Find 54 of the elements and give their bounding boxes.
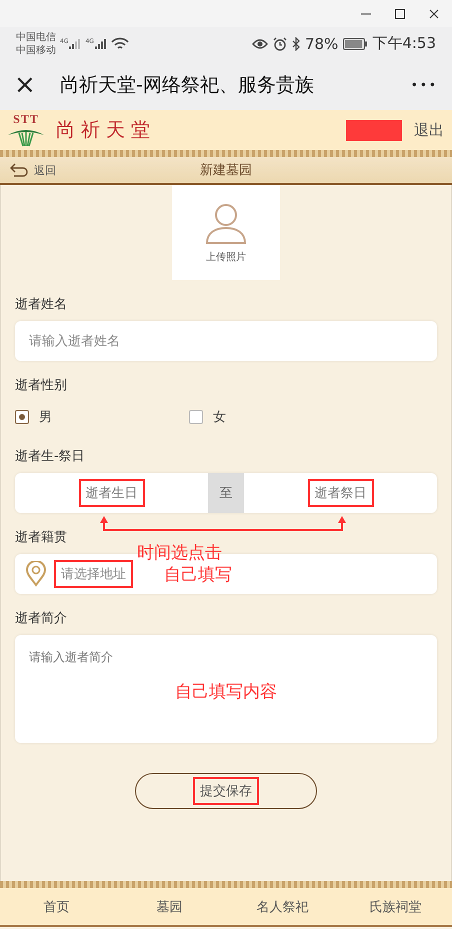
field-label: 逝者生-祭日 — [15, 448, 85, 465]
redaction-block — [346, 120, 402, 140]
section-title: 新建墓园 — [200, 162, 252, 179]
location-pin-icon — [25, 561, 47, 587]
battery-icon — [343, 38, 368, 50]
placeholder-text: 请选择地址 — [57, 563, 130, 585]
field-label: 逝者籍贯 — [15, 529, 67, 546]
option-label: 女 — [213, 409, 226, 426]
placeholder-text: 逝者生日 — [82, 482, 142, 504]
submit-button[interactable]: 提交保存 — [135, 773, 317, 809]
battery-percentage: 78% — [304, 34, 338, 52]
field-label: 逝者简介 — [15, 610, 67, 627]
field-label: 逝者性别 — [15, 377, 67, 394]
more-button[interactable]: ••• — [410, 78, 438, 92]
back-button[interactable]: 返回 — [10, 162, 56, 178]
bio-field[interactable]: 请输入逝者简介 自己填写内容 — [15, 635, 437, 743]
annotation-text: 自己填写 — [164, 564, 232, 586]
placeholder-text: 请输入逝者简介 — [29, 649, 113, 666]
logout-link[interactable]: 退出 — [414, 120, 444, 140]
photo-upload[interactable]: 上传照片 — [172, 185, 280, 280]
logo-letters: STT — [13, 113, 39, 125]
gender-option[interactable]: 男 — [15, 408, 189, 426]
gender-option[interactable]: 女 — [189, 408, 363, 426]
tab-item[interactable]: 首页 — [0, 888, 113, 925]
signal-icon — [69, 38, 82, 49]
upload-label: 上传照片 — [206, 250, 246, 264]
signal-icon — [94, 38, 107, 49]
wifi-icon — [110, 36, 129, 50]
name-field[interactable]: 请输入逝者姓名 — [15, 321, 437, 361]
carrier-name: 中国电信 — [16, 30, 56, 44]
field-label: 逝者姓名 — [15, 296, 67, 313]
logo-text: 尚祈天堂 — [56, 119, 156, 143]
annotation-text: 自己填写内容 — [175, 681, 277, 703]
radio-box[interactable] — [15, 410, 29, 424]
tab-item[interactable]: 氏族祠堂 — [339, 888, 452, 925]
bluetooth-icon — [292, 36, 300, 50]
maximize-icon[interactable] — [394, 8, 406, 20]
radio-box[interactable] — [189, 410, 203, 424]
option-label: 男 — [39, 409, 52, 426]
eye-icon — [252, 38, 268, 50]
tab-item[interactable]: 名人祭祀 — [226, 888, 339, 925]
person-silhouette-icon — [204, 202, 248, 244]
placeholder-text: 逝者祭日 — [310, 482, 370, 504]
clock-time: 下午4:53 — [372, 34, 436, 53]
page-title: 尚祈天堂-网络祭祀、服务贵族 — [60, 73, 315, 98]
back-arrow-icon — [10, 163, 30, 177]
death-date-field[interactable]: 逝者祭日 — [244, 473, 437, 513]
close-button[interactable]: × — [14, 72, 40, 98]
separator-label: 至 — [208, 473, 244, 513]
alarm-icon — [272, 36, 287, 50]
carrier-name: 中国移动 — [16, 44, 56, 56]
tab-item[interactable]: 墓园 — [113, 888, 226, 925]
close-icon[interactable] — [428, 8, 440, 20]
birth-date-field[interactable]: 逝者生日 — [15, 473, 208, 513]
